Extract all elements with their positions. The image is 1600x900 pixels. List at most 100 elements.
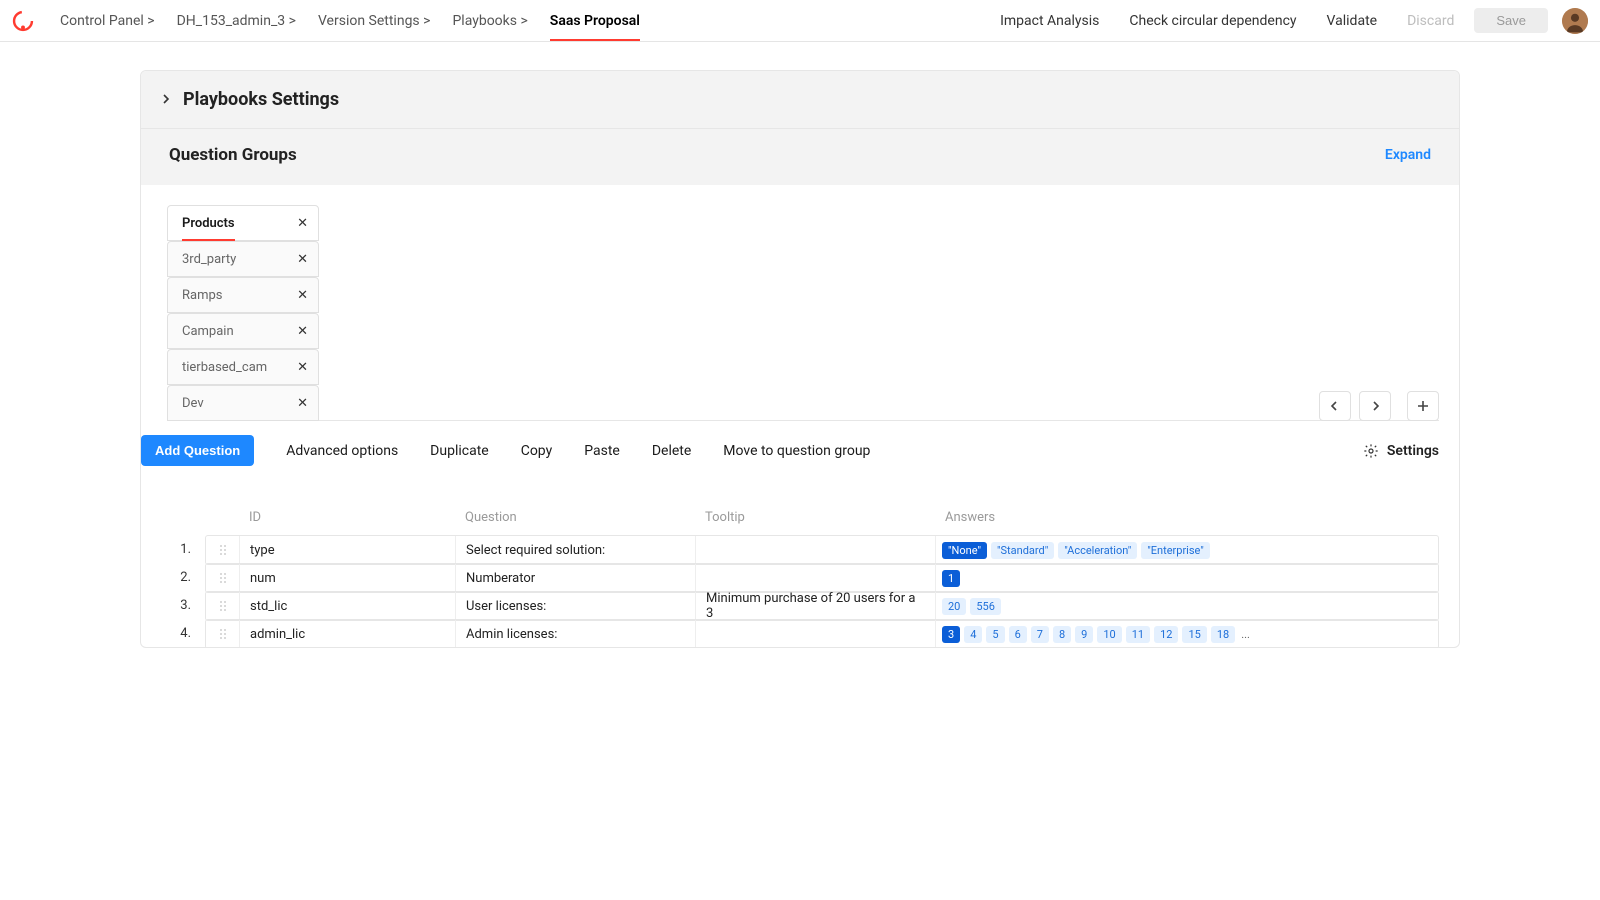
check-circular-link[interactable]: Check circular dependency [1129,13,1296,29]
expand-link[interactable]: Expand [1385,147,1431,163]
tab-label: Ramps [182,288,223,303]
cell-id: std_lic [240,592,456,620]
cell-answers: 1 [936,564,1438,592]
tab-label: 3rd_party [182,252,236,267]
save-button[interactable]: Save [1474,8,1548,33]
breadcrumb-item[interactable]: Saas Proposal [550,13,640,40]
impact-analysis-link[interactable]: Impact Analysis [1000,13,1099,29]
answer-pill[interactable]: 20 [942,598,966,615]
table-body: 1.typeSelect required solution:"None""St… [141,535,1439,648]
cell-answers: 20556 [936,592,1438,620]
answer-pill[interactable]: 12 [1154,626,1178,643]
settings-button[interactable]: Settings [1363,443,1439,459]
tab-add-button[interactable] [1407,391,1439,421]
tab-3rd_party[interactable]: 3rd_party ✕ [167,241,319,277]
answer-pill[interactable]: 15 [1182,626,1206,643]
answer-pill[interactable]: 10 [1097,626,1121,643]
row-number: 3. [141,598,205,613]
question-groups-header: Question Groups Expand [141,129,1459,185]
answer-pill[interactable]: 18 [1211,626,1235,643]
question-groups-title: Question Groups [169,145,297,165]
close-icon[interactable]: ✕ [297,396,308,411]
cell-question: Numberator [456,564,696,592]
panel-header[interactable]: Playbooks Settings [141,71,1459,129]
answer-pill[interactable]: 5 [986,626,1004,643]
col-answers: Answers [935,510,995,525]
answer-pill[interactable]: "Acceleration" [1058,542,1137,559]
panel-title: Playbooks Settings [183,89,339,110]
move-to-group-button[interactable]: Move to question group [723,443,870,459]
answer-pill[interactable]: 4 [964,626,982,643]
drag-handle-icon[interactable] [206,536,240,564]
answer-pill[interactable]: 9 [1075,626,1093,643]
close-icon[interactable]: ✕ [297,288,308,303]
drag-handle-icon[interactable] [206,620,240,648]
close-icon[interactable]: ✕ [297,216,308,231]
top-bar: Control Panel > DH_153_admin_3 > Version S… [0,0,1600,42]
app-logo [10,8,36,34]
tab-prev-button[interactable] [1319,391,1351,421]
answer-pill[interactable]: 8 [1053,626,1071,643]
tab-tierbased_cam[interactable]: tierbased_cam ✕ [167,349,319,385]
cell-question: User licenses: [456,592,696,620]
col-id: ID [239,510,455,525]
tabs: Products✕3rd_party✕Ramps✕Campain✕tierbas… [167,205,318,421]
answer-pill[interactable]: 6 [1009,626,1027,643]
close-icon[interactable]: ✕ [297,360,308,375]
answer-pill[interactable]: 7 [1031,626,1049,643]
delete-button[interactable]: Delete [652,443,691,459]
add-question-button[interactable]: Add Question [141,435,254,466]
advanced-options-button[interactable]: Advanced options [286,443,398,459]
validate-link[interactable]: Validate [1327,13,1378,29]
cell-tooltip [696,620,936,648]
gear-icon [1363,443,1379,459]
breadcrumb-item[interactable]: Version Settings > [318,13,431,29]
breadcrumb-item[interactable]: Playbooks > [452,13,527,29]
playbooks-panel: Playbooks Settings Question Groups Expan… [140,70,1460,648]
table-row[interactable]: 4.admin_licAdmin licenses:34567891011121… [141,619,1439,648]
cell-answers: "None""Standard""Acceleration""Enterpris… [936,536,1438,564]
drag-handle-icon[interactable] [206,592,240,620]
close-icon[interactable]: ✕ [297,252,308,267]
tab-campain[interactable]: Campain✕ [167,313,319,349]
row-number: 2. [141,570,205,585]
cell-id: num [240,564,456,592]
close-icon[interactable]: ✕ [297,324,308,339]
duplicate-button[interactable]: Duplicate [430,443,489,459]
discard-link[interactable]: Discard [1407,13,1454,29]
answer-pill[interactable]: "None" [942,542,987,559]
drag-handle-icon[interactable] [206,564,240,592]
table-row[interactable]: 1.typeSelect required solution:"None""St… [141,535,1439,564]
answer-pill[interactable]: 1 [942,570,960,587]
cell-tooltip: Minimum purchase of 20 users for a 3 [696,592,936,620]
row-number: 4. [141,626,205,641]
table-row[interactable]: 2. numNumberator 1 [141,563,1439,592]
tab-ramps[interactable]: Ramps ✕ [167,277,319,313]
tab-dev[interactable]: Dev✕ [167,385,319,421]
answer-pill[interactable]: 3 [942,626,960,643]
breadcrumb-item[interactable]: Control Panel > [60,13,155,29]
cell-question: Admin licenses: [456,620,696,648]
table-header: ID Question Tooltip Answers [141,480,1439,535]
tabs-bar: Products✕3rd_party✕Ramps✕Campain✕tierbas… [141,185,1459,421]
copy-button[interactable]: Copy [521,443,553,459]
chevron-right-icon [161,92,171,108]
breadcrumb-item[interactable]: DH_153_admin_3 > [177,13,296,29]
tab-label: tierbased_cam [182,360,267,375]
answer-pill[interactable]: "Standard" [991,542,1054,559]
table-row[interactable]: 3. std_licUser licenses:Minimum purchase … [141,591,1439,620]
cell-id: admin_lic [240,620,456,648]
cell-tooltip [696,564,936,592]
cell-tooltip [696,536,936,564]
answer-pill[interactable]: 11 [1126,626,1150,643]
row-number: 1. [141,542,205,557]
tab-products[interactable]: Products✕ [167,205,319,241]
answer-pill[interactable]: "Enterprise" [1141,542,1210,559]
paste-button[interactable]: Paste [584,443,620,459]
answer-pill[interactable]: 556 [970,598,1001,615]
answer-pill[interactable]: ... [1239,626,1252,643]
avatar[interactable] [1562,8,1588,34]
tab-next-button[interactable] [1359,391,1391,421]
cell-question: Select required solution: [456,536,696,564]
settings-label: Settings [1387,443,1439,459]
